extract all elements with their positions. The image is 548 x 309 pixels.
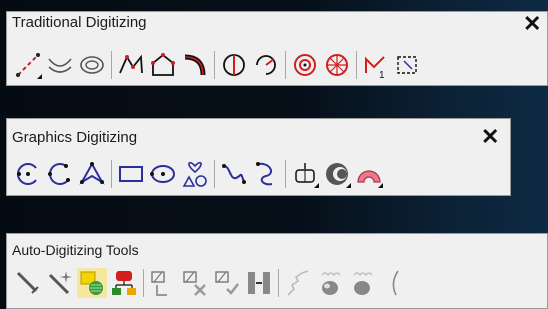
align-icon[interactable]	[244, 268, 274, 298]
manual-icon[interactable]: 1	[361, 50, 391, 80]
magic-wand-icon[interactable]	[13, 268, 43, 298]
trim-icon[interactable]	[148, 268, 178, 298]
traditional-digitizing-toolbar: Traditional Digitizing ✕ 1	[6, 11, 548, 86]
rectangle-icon[interactable]	[116, 159, 146, 189]
zigzag-icon[interactable]	[283, 268, 313, 298]
toolbar-title: Traditional Digitizing	[12, 14, 147, 31]
crescent-icon[interactable]	[322, 159, 352, 189]
separator	[214, 160, 215, 188]
fill-icon[interactable]	[77, 268, 107, 298]
circle-split-icon[interactable]	[219, 50, 249, 80]
separator	[214, 51, 215, 79]
open-polygon-icon[interactable]	[116, 50, 146, 80]
wheel-icon[interactable]	[322, 50, 352, 80]
color-tree-icon[interactable]	[109, 268, 139, 298]
freehand-icon[interactable]	[219, 159, 249, 189]
curve-icon[interactable]	[45, 50, 75, 80]
separator	[143, 269, 144, 297]
arc-icon[interactable]	[180, 50, 210, 80]
curve-circle-icon[interactable]	[45, 159, 75, 189]
cut-icon[interactable]	[180, 268, 210, 298]
separator	[111, 51, 112, 79]
separator	[356, 51, 357, 79]
closed-polygon-icon[interactable]	[148, 50, 178, 80]
shapes-icon[interactable]	[180, 159, 210, 189]
spiral-icon[interactable]	[77, 50, 107, 80]
separator	[285, 160, 286, 188]
ring-icon[interactable]	[354, 159, 384, 189]
apple-icon[interactable]	[315, 268, 345, 298]
toolbar-title: Auto-Digitizing Tools	[12, 242, 139, 258]
close-icon[interactable]: ✕	[523, 12, 541, 36]
close-icon[interactable]: ✕	[481, 125, 499, 149]
apple2-icon[interactable]	[347, 268, 377, 298]
star-wand-icon[interactable]	[45, 268, 75, 298]
check-icon[interactable]	[212, 268, 242, 298]
toolbar-title: Graphics Digitizing	[12, 129, 138, 146]
ellipse-icon[interactable]	[148, 159, 178, 189]
bezier-icon[interactable]	[251, 159, 281, 189]
circle-icon[interactable]	[13, 159, 43, 189]
polygon-icon[interactable]	[77, 159, 107, 189]
separator	[285, 51, 286, 79]
radial-icon[interactable]	[290, 50, 320, 80]
lasso-icon[interactable]	[393, 50, 423, 80]
svg-text:1: 1	[379, 70, 385, 79]
separator	[111, 160, 112, 188]
node-edit-icon[interactable]	[251, 50, 281, 80]
graphics-digitizing-toolbar: Graphics Digitizing ✕	[6, 118, 511, 196]
separator	[278, 269, 279, 297]
curve-line-icon[interactable]	[379, 268, 409, 298]
line-icon[interactable]	[13, 50, 43, 80]
auto-digitizing-toolbar: Auto-Digitizing Tools	[6, 233, 548, 309]
mirror-icon[interactable]	[290, 159, 320, 189]
